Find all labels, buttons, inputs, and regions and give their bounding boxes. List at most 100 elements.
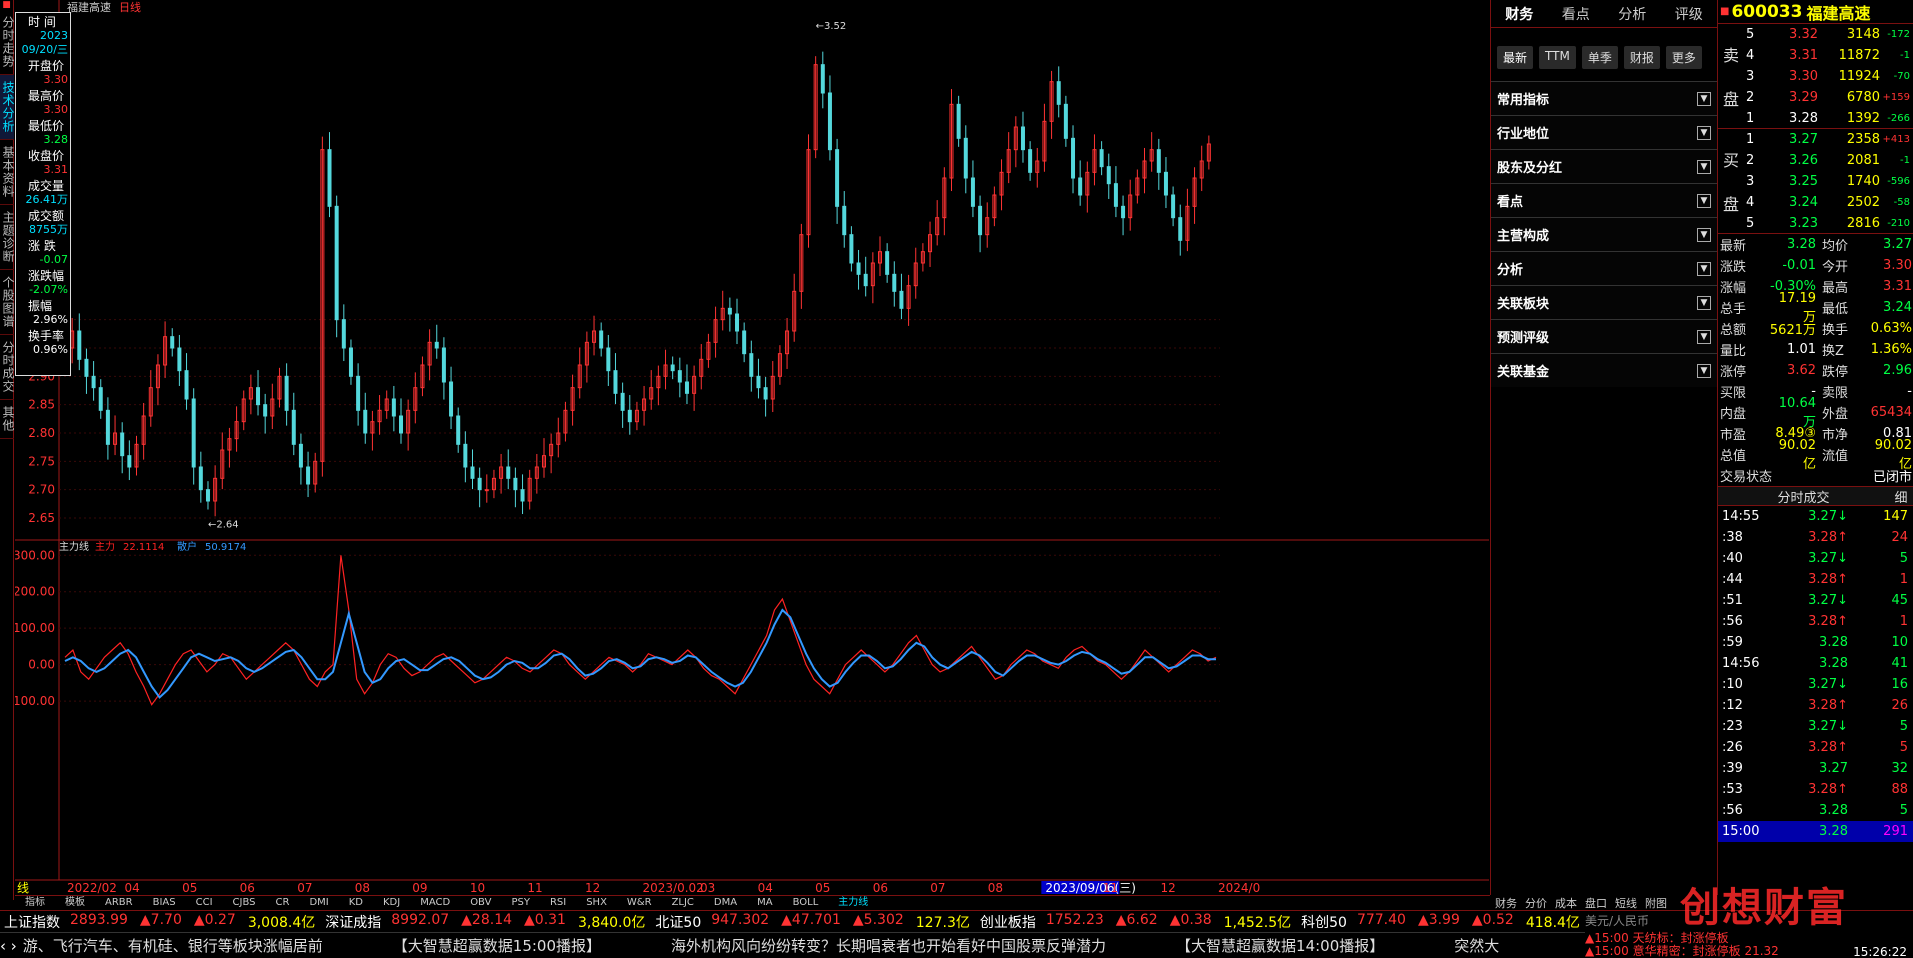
finance-tab[interactable]: 分析: [1604, 4, 1661, 24]
candle: [270, 383, 275, 430]
finance-tab[interactable]: 评级: [1661, 4, 1718, 24]
close-icon[interactable]: ■: [0, 0, 13, 10]
finance-section[interactable]: 主营构成 ▼: [1491, 217, 1717, 251]
finance-section[interactable]: 看点 ▼: [1491, 183, 1717, 217]
indicator-tab[interactable]: OBV: [460, 896, 501, 910]
indicator-tab[interactable]: PSY: [501, 896, 540, 910]
news-item[interactable]: 海外机构风向纷纷转变？长期唱衰者也开始看好中国股票反弹潜力: [671, 935, 1106, 956]
indicator-tab[interactable]: CCI: [186, 896, 223, 910]
finance-section[interactable]: 行业地位 ▼: [1491, 115, 1717, 149]
chevron-down-icon[interactable]: ▼: [1697, 261, 1711, 276]
chevron-down-icon[interactable]: ▼: [1697, 295, 1711, 310]
period-label[interactable]: 日线: [5, 881, 29, 895]
trade-list[interactable]: 14:55 3.27↓ 147:38 3.28↑ 24:40 3.27↓ 5:44 3.28↑…: [1718, 506, 1913, 842]
indicator-tab[interactable]: SHX: [576, 896, 617, 910]
finance-section[interactable]: 预测评级 ▼: [1491, 319, 1717, 353]
indicator-tab[interactable]: 主力线: [828, 896, 878, 910]
left-nav-tab[interactable]: 分时成交: [0, 335, 15, 400]
bottom-tab[interactable]: 附图: [1641, 895, 1671, 910]
left-nav-tab[interactable]: 技术分析: [0, 75, 15, 140]
indicator-tab[interactable]: 模板: [55, 896, 95, 910]
candle: [827, 75, 832, 161]
candle: [956, 95, 961, 147]
news-item[interactable]: 【大智慧超赢数据14:00播报】: [1176, 935, 1384, 956]
indicator-tab[interactable]: MA: [747, 896, 782, 910]
y-tick-label: 100.00: [15, 621, 55, 635]
indicator-tab[interactable]: KDJ: [373, 896, 410, 910]
finance-filter-button[interactable]: 最新: [1497, 46, 1534, 69]
index-quote[interactable]: 深证成指 8992.07 ▲28.14 ▲0.31 3,840.0亿: [321, 912, 651, 932]
chevron-down-icon[interactable]: ▼: [1697, 329, 1711, 344]
info-box: 时 间 2023 09/20/三 开盘价 3.30 最高价 3.30 最低价 3.28 收盘价 3.…: [15, 12, 71, 376]
left-nav-tab[interactable]: 其他: [0, 400, 15, 439]
left-nav-tab[interactable]: 基本资料: [0, 140, 15, 205]
candle: [842, 191, 847, 248]
info-label: 成交额: [28, 209, 65, 223]
news-item[interactable]: 【大智慧超赢数据15:00播报】: [393, 935, 601, 956]
left-nav-tab[interactable]: 主题诊断: [0, 205, 15, 270]
trade-row: :56 3.28↑ 1: [1722, 614, 1908, 629]
index-quote[interactable]: 创业板指 1752.23 ▲6.62 ▲0.38 1,452.5亿: [976, 912, 1297, 932]
index-quote[interactable]: 北证50 947.302 ▲47.701 ▲5.302 127.3亿: [651, 912, 975, 932]
indicator-tab[interactable]: BOLL: [783, 896, 829, 910]
left-nav-tab[interactable]: 分时走势: [0, 10, 15, 75]
chevron-down-icon[interactable]: ▼: [1697, 125, 1711, 140]
candle: [356, 363, 361, 426]
indicator-tab[interactable]: DMA: [704, 896, 747, 910]
finance-tab[interactable]: 财务: [1491, 4, 1548, 24]
finance-filter-button[interactable]: TTM: [1539, 46, 1576, 69]
candle: [1006, 132, 1011, 184]
indicator-tab[interactable]: RSI: [540, 896, 576, 910]
indicator-tab[interactable]: W&R: [617, 896, 662, 910]
chevron-down-icon[interactable]: ▼: [1697, 91, 1711, 106]
news-item[interactable]: 突然大: [1454, 935, 1499, 956]
indicator-tab[interactable]: BIAS: [143, 896, 186, 910]
finance-section[interactable]: 关联基金 ▼: [1491, 353, 1717, 387]
index-quote[interactable]: 科创50 777.40 ▲3.99 ▲0.52 418.4亿: [1297, 912, 1586, 932]
indicator-tab[interactable]: KD: [339, 896, 373, 910]
candle: [735, 298, 740, 345]
indicator-tab[interactable]: DMI: [299, 896, 338, 910]
indicator-tab[interactable]: 指标: [15, 896, 55, 910]
chart-area[interactable]: 福建高速日线3.002.952.902.852.802.752.702.65←2…: [5, 0, 1489, 895]
bottom-tab[interactable]: 成本: [1551, 895, 1581, 910]
finance-section[interactable]: 分析 ▼: [1491, 251, 1717, 285]
indicator-tab[interactable]: CR: [266, 896, 300, 910]
chevron-down-icon[interactable]: ▼: [1697, 193, 1711, 208]
order-row: 1 3.27 2358 +413: [1746, 132, 1910, 147]
indicator-tab[interactable]: CJBS: [223, 896, 266, 910]
indicator-tab[interactable]: ZLJC: [662, 896, 704, 910]
bottom-tab[interactable]: 财务: [1491, 895, 1521, 910]
candle: [570, 374, 575, 426]
kline-chart[interactable]: 福建高速日线3.002.952.902.852.802.752.702.65←2…: [5, 0, 1489, 895]
candle: [835, 138, 840, 224]
bottom-tab[interactable]: 分价: [1521, 895, 1551, 910]
index-quote[interactable]: 上证指数 2893.99 ▲7.70 ▲0.27 3,008.4亿: [0, 912, 321, 932]
scroll-arrows-icon[interactable]: ‹ ›: [0, 937, 17, 955]
news-scroll[interactable]: ‹ › 游、飞行汽车、有机硅、银行等板块涨幅居前 【大智慧超赢数据15:00播报】…: [0, 932, 1585, 958]
chevron-down-icon[interactable]: ▼: [1697, 159, 1711, 174]
indicator-tab[interactable]: MACD: [410, 896, 460, 910]
finance-tab[interactable]: 看点: [1548, 4, 1605, 24]
news-item[interactable]: 游、飞行汽车、有机硅、银行等板块涨幅居前: [23, 935, 323, 956]
finance-filter-button[interactable]: 财报: [1623, 46, 1660, 69]
indicator-tab[interactable]: ARBR: [95, 896, 143, 910]
candle: [1063, 95, 1068, 147]
finance-section[interactable]: 关联板块 ▼: [1491, 285, 1717, 319]
finance-filter-button[interactable]: 单季: [1581, 46, 1618, 69]
chevron-down-icon[interactable]: ▼: [1697, 227, 1711, 242]
finance-section[interactable]: 常用指标 ▼: [1491, 81, 1717, 115]
finance-section[interactable]: 股东及分红 ▼: [1491, 149, 1717, 183]
x-tick-label: 08: [355, 881, 370, 895]
quote-stat-row: 总手 17.19万 最低 3.24: [1720, 290, 1912, 325]
info-label: 收盘价: [28, 149, 65, 163]
bottom-tab[interactable]: 短线: [1611, 895, 1641, 910]
candle: [713, 306, 718, 358]
finance-filter-button[interactable]: 更多: [1665, 46, 1702, 69]
left-nav-tab[interactable]: 个股图谱: [0, 270, 15, 335]
candle: [963, 125, 968, 194]
bottom-tab[interactable]: 盘口: [1581, 895, 1611, 910]
chevron-down-icon[interactable]: ▼: [1697, 363, 1711, 378]
candle: [1056, 66, 1061, 118]
candle: [1085, 161, 1090, 213]
